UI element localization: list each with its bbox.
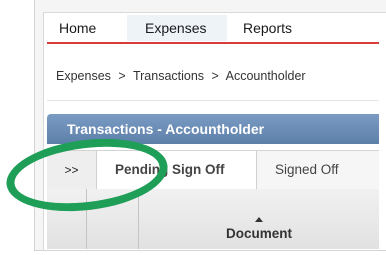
column-header-status[interactable]: [87, 189, 139, 249]
breadcrumb-separator: >: [211, 69, 219, 83]
expand-button[interactable]: >>: [47, 151, 97, 189]
tab-expenses[interactable]: Expenses: [127, 15, 227, 41]
top-navigation: Home Expenses Reports: [47, 15, 305, 41]
app-frame: Home Expenses Reports Expenses > Transac…: [34, 0, 386, 251]
column-header-document[interactable]: Document: [139, 189, 379, 249]
nav-underline: [47, 42, 379, 44]
sort-ascending-icon: [255, 217, 263, 222]
breadcrumb: Expenses > Transactions > Accountholder: [56, 69, 306, 83]
tab-pending-sign-off[interactable]: Pending Sign Off: [97, 151, 257, 189]
breadcrumb-separator: >: [118, 69, 126, 83]
column-header-select[interactable]: [47, 189, 87, 249]
tab-home[interactable]: Home: [47, 15, 127, 41]
tab-signed-off[interactable]: Signed Off: [257, 151, 379, 189]
table-header: Document: [47, 189, 379, 249]
breadcrumb-expenses[interactable]: Expenses: [56, 69, 111, 83]
section-title: Transactions - Accountholder: [47, 114, 379, 144]
column-label-document: Document: [225, 226, 292, 241]
breadcrumb-transactions[interactable]: Transactions: [133, 69, 204, 83]
tab-reports[interactable]: Reports: [227, 15, 305, 41]
divider: [47, 100, 379, 101]
transaction-subtabs: >> Pending Sign Off Signed Off: [47, 150, 379, 190]
breadcrumb-accountholder: Accountholder: [225, 69, 306, 83]
